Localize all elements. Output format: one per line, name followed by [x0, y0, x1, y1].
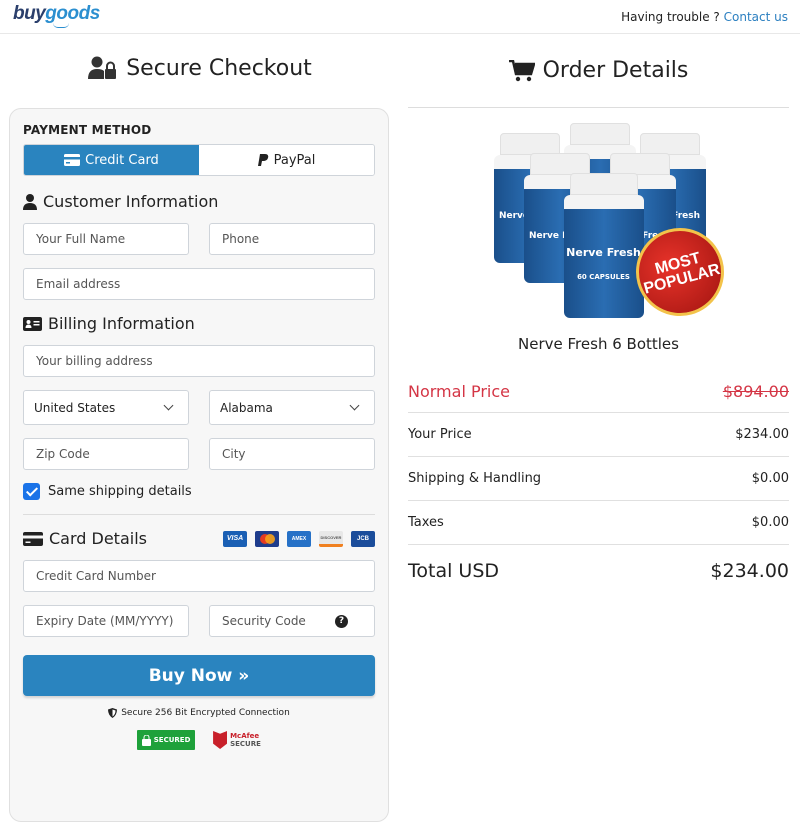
lock-icon	[141, 734, 151, 746]
normal-price-row: Normal Price $894.00	[408, 371, 789, 413]
country-select[interactable]: United States	[23, 390, 189, 425]
taxes-row: Taxes $0.00	[408, 501, 789, 545]
amex-icon: AMEX	[287, 530, 311, 547]
buygoods-logo[interactable]: buygoods	[13, 3, 100, 28]
payment-method-tabs: Credit Card PayPal	[23, 144, 375, 176]
logo-smile-icon	[53, 23, 69, 28]
email-input[interactable]: Email address	[23, 268, 375, 300]
payment-method-label: PAYMENT METHOD	[23, 123, 152, 137]
visa-icon: VISA	[223, 530, 247, 547]
phone-input[interactable]: Phone	[209, 223, 375, 255]
state-select[interactable]: Alabama	[209, 390, 375, 425]
credit-card-icon	[64, 154, 81, 166]
trust-badges: SECURED McAfee SECURE	[23, 730, 375, 750]
same-shipping-row: Same shipping details	[23, 483, 375, 515]
contact-us-link[interactable]: Contact us	[724, 10, 788, 24]
mcafee-secure-badge: McAfee SECURE	[213, 730, 261, 750]
billing-information-heading: Billing Information	[23, 314, 375, 333]
expiry-date-input[interactable]: Expiry Date (MM/YYYY)	[23, 605, 189, 637]
help-text: Having trouble ? Contact us	[621, 9, 788, 24]
card-details-heading: Card Details	[23, 529, 147, 548]
total-row: Total USD $234.00	[408, 560, 789, 582]
secure-checkout-heading: Secure Checkout	[0, 34, 400, 102]
tab-paypal[interactable]: PayPal	[199, 145, 374, 175]
chevron-down-icon	[163, 400, 174, 411]
billing-address-input[interactable]: Your billing address	[23, 345, 375, 377]
question-circle-icon[interactable]: ?	[335, 614, 348, 628]
jcb-icon: JCB	[351, 530, 375, 547]
zip-code-input[interactable]: Zip Code	[23, 438, 189, 470]
checkout-column: Secure Checkout PAYMENT METHOD Credit Ca…	[0, 34, 400, 822]
order-column: Order Details Nerve Fresh Nerve Fresh Ne…	[408, 34, 789, 597]
full-name-input[interactable]: Your Full Name	[23, 223, 189, 255]
order-details-heading: Order Details	[408, 34, 789, 108]
same-shipping-checkbox[interactable]	[23, 483, 40, 500]
trustguard-secured-badge: SECURED	[137, 730, 196, 750]
card-number-input[interactable]: Credit Card Number	[23, 560, 375, 592]
buy-now-button[interactable]: Buy Now »	[23, 655, 375, 696]
discover-icon: DISCOVER	[319, 530, 343, 547]
mastercard-icon	[255, 530, 279, 547]
product-image: Nerve Fresh Nerve Fresh Nerve Fresh Nerv…	[408, 108, 789, 338]
your-price-row: Your Price $234.00	[408, 413, 789, 457]
secure-connection-note: Secure 256 Bit Encrypted Connection	[23, 708, 375, 718]
customer-information-heading: Customer Information	[23, 192, 375, 211]
mcafee-shield-icon	[213, 731, 228, 749]
id-card-icon	[23, 316, 42, 331]
credit-card-icon	[23, 531, 43, 546]
checkout-form-card: PAYMENT METHOD Credit Card PayPal Custom…	[9, 108, 389, 822]
shopping-cart-icon	[508, 59, 535, 81]
card-brand-logos: VISA AMEX DISCOVER JCB	[223, 530, 375, 547]
bottle-image: Nerve Fresh 60 CAPSULES	[563, 173, 644, 318]
security-code-input[interactable]: Security Code?	[209, 605, 375, 637]
city-input[interactable]: City	[209, 438, 375, 470]
top-bar: buygoods Having trouble ? Contact us	[0, 0, 800, 34]
shield-icon	[108, 708, 118, 718]
chevron-down-icon	[349, 400, 360, 411]
user-lock-icon	[88, 56, 117, 79]
paypal-icon	[257, 154, 268, 166]
user-icon	[23, 193, 37, 210]
tab-credit-card[interactable]: Credit Card	[24, 145, 199, 175]
shipping-row: Shipping & Handling $0.00	[408, 457, 789, 501]
